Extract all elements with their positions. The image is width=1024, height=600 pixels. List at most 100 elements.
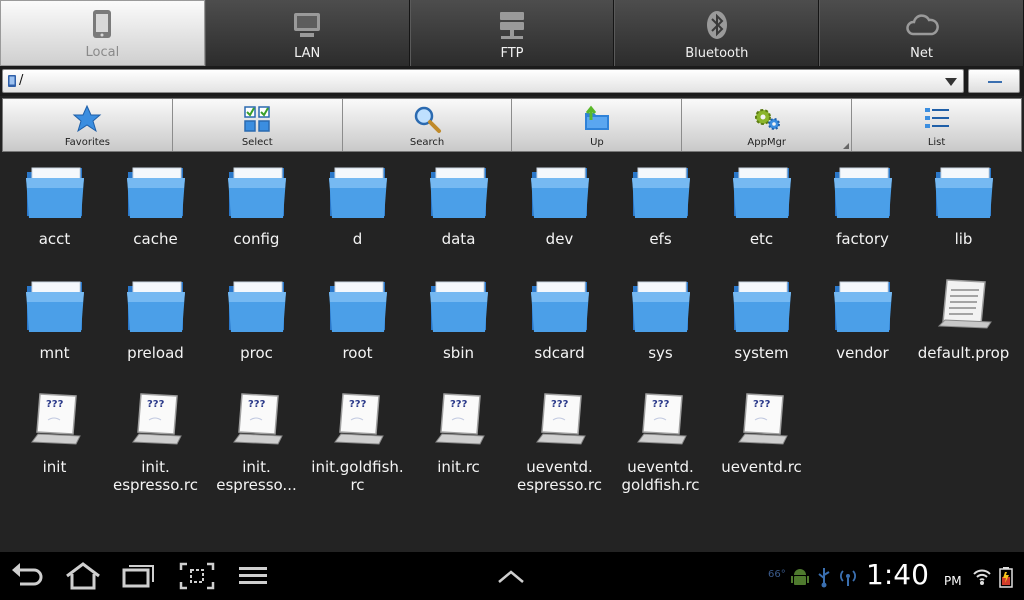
list-button[interactable]: List [852, 99, 1021, 151]
tab-lan[interactable]: LAN [204, 0, 410, 66]
gears-icon [752, 104, 782, 134]
folder-icon [125, 276, 187, 334]
usb-icon [814, 566, 834, 588]
up-button[interactable]: Up [512, 99, 683, 151]
file-grid: acct cache config d data dev efs etc factory lib m… [4, 160, 1020, 548]
path-input[interactable]: / [2, 69, 964, 93]
file-item[interactable]: default.prop [913, 274, 1014, 388]
folder-icon [630, 162, 692, 220]
tab-label: FTP [500, 46, 524, 61]
tablet-icon [85, 7, 119, 41]
server-icon [495, 8, 529, 42]
file-name: d [352, 230, 363, 248]
unknown-file-icon: ??? [125, 390, 187, 448]
appmgr-button[interactable]: AppMgr [682, 99, 853, 151]
folder-item[interactable]: preload [105, 274, 206, 388]
clock-time: 1:40 [866, 558, 929, 591]
file-name: lib [954, 230, 973, 248]
select-button[interactable]: Select [172, 99, 343, 151]
file-item[interactable]: ??? init.goldfish. rc [307, 388, 408, 502]
tab-label: LAN [294, 46, 321, 61]
file-item[interactable]: ??? ueventd. goldfish.rc [610, 388, 711, 502]
folder-item[interactable]: system [711, 274, 812, 388]
file-item[interactable]: ??? init [4, 388, 105, 502]
recent-apps-icon[interactable] [118, 560, 158, 592]
chevron-down-icon[interactable] [945, 78, 957, 86]
folder-item[interactable]: efs [610, 160, 711, 274]
file-item[interactable]: ??? init. espresso... [206, 388, 307, 502]
folder-icon [226, 276, 288, 334]
file-name: data [441, 230, 476, 248]
folder-item[interactable]: etc [711, 160, 812, 274]
file-item[interactable]: ??? init.rc [408, 388, 509, 502]
folder-up-icon [582, 104, 612, 134]
folder-item[interactable]: root [307, 274, 408, 388]
file-name: dev [545, 230, 574, 248]
file-name: init. espresso.rc [112, 458, 199, 494]
folder-icon [327, 162, 389, 220]
toolbar-label: AppMgr [747, 137, 787, 148]
folder-item[interactable]: sdcard [509, 274, 610, 388]
folder-icon [428, 276, 490, 334]
folder-icon [630, 276, 692, 334]
file-name: config [233, 230, 280, 248]
magnifier-icon [412, 104, 442, 134]
file-item[interactable]: ??? init. espresso.rc [105, 388, 206, 502]
file-name: default.prop [917, 344, 1010, 362]
folder-item[interactable]: vendor [812, 274, 913, 388]
menu-icon[interactable] [233, 560, 273, 592]
folder-icon [24, 162, 86, 220]
status-area: 66° 1:40 PM [764, 552, 1024, 600]
svg-text:???: ??? [147, 399, 165, 410]
screenshot-icon[interactable] [177, 560, 217, 592]
folder-item[interactable]: mnt [4, 274, 105, 388]
svg-text:???: ??? [652, 399, 670, 410]
tab-ftp[interactable]: FTP [409, 0, 615, 66]
minus-icon [988, 81, 1002, 83]
folder-item[interactable]: sbin [408, 274, 509, 388]
toolbar-label: List [927, 137, 946, 148]
folder-icon [529, 162, 591, 220]
folder-item[interactable]: proc [206, 274, 307, 388]
path-bar: / [0, 66, 1024, 96]
file-name: factory [836, 230, 889, 248]
folder-item[interactable]: lib [913, 160, 1014, 274]
folder-item[interactable]: config [206, 160, 307, 274]
location-tabs: Local LAN FTP Bluetooth Net [0, 0, 1024, 66]
tab-bluetooth[interactable]: Bluetooth [614, 0, 820, 66]
file-name: init.goldfish. rc [311, 458, 404, 494]
cloud-icon [905, 8, 939, 42]
folder-icon [24, 276, 86, 334]
folder-item[interactable]: cache [105, 160, 206, 274]
monitor-icon [290, 8, 324, 42]
home-icon[interactable] [63, 560, 103, 592]
tab-net[interactable]: Net [819, 0, 1024, 66]
unknown-file-icon: ??? [731, 390, 793, 448]
file-item[interactable]: ??? ueventd. espresso.rc [509, 388, 610, 502]
back-icon[interactable] [8, 560, 48, 592]
folder-item[interactable]: acct [4, 160, 105, 274]
file-name: root [342, 344, 373, 362]
toolbar-label: Select [241, 137, 273, 148]
collapse-button[interactable] [968, 69, 1020, 93]
unknown-file-icon: ??? [630, 390, 692, 448]
svg-text:???: ??? [46, 399, 64, 410]
folder-item[interactable]: sys [610, 274, 711, 388]
chevron-up-icon[interactable] [491, 560, 531, 592]
file-name: ueventd.rc [721, 458, 802, 476]
folder-item[interactable]: d [307, 160, 408, 274]
text-file-icon [933, 276, 995, 334]
tab-label: Bluetooth [685, 46, 749, 61]
tab-local[interactable]: Local [0, 0, 205, 66]
file-item[interactable]: ??? ueventd.rc [711, 388, 812, 502]
folder-item[interactable]: data [408, 160, 509, 274]
folder-item[interactable]: factory [812, 160, 913, 274]
folder-icon [832, 276, 894, 334]
file-name: proc [240, 344, 273, 362]
search-button[interactable]: Search [342, 99, 513, 151]
svg-text:???: ??? [450, 399, 468, 410]
dropdown-corner-icon [843, 143, 850, 149]
svg-text:???: ??? [753, 399, 771, 410]
favorites-button[interactable]: Favorites [3, 99, 173, 151]
folder-item[interactable]: dev [509, 160, 610, 274]
